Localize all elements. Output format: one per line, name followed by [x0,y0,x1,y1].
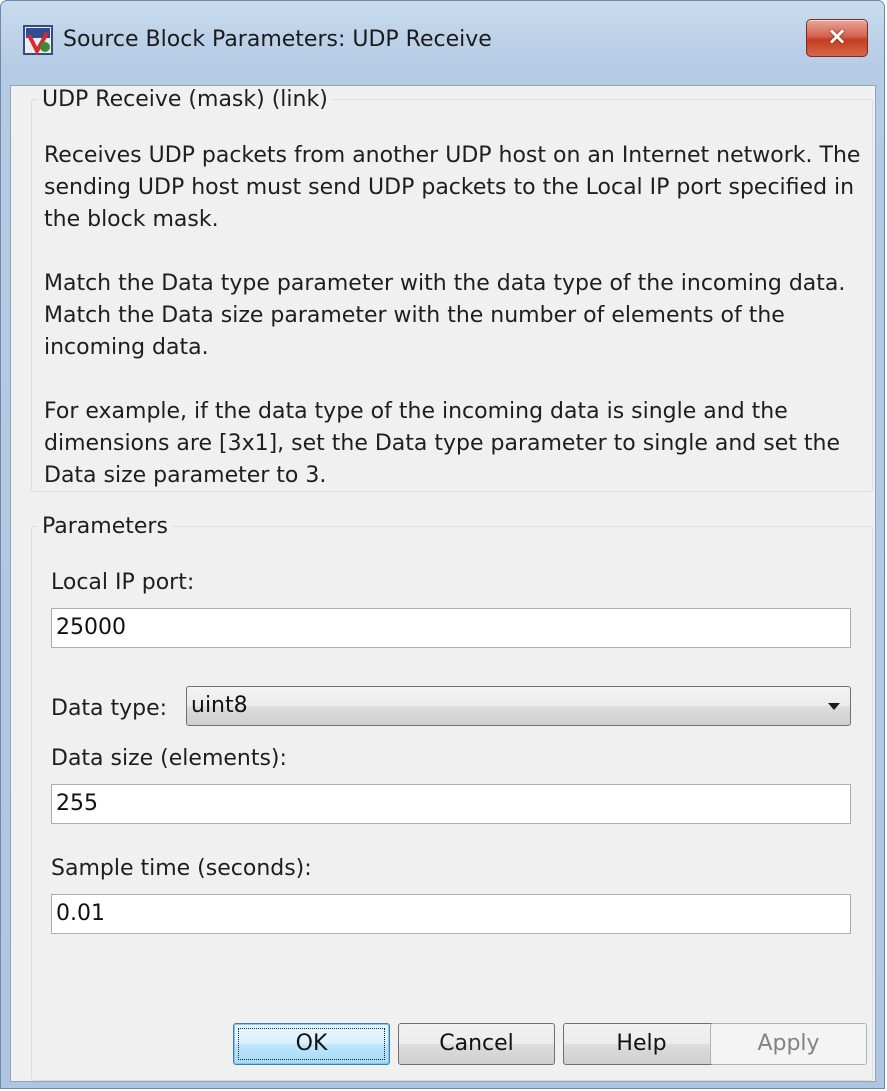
cancel-button[interactable]: Cancel [398,1023,555,1065]
local-ip-port-input[interactable]: 25000 [51,608,851,648]
dialog-client-area: UDP Receive (mask) (link) Receives UDP p… [10,85,876,1082]
focus-rectangle [238,1028,385,1060]
sample-time-label: Sample time (seconds): [51,856,312,881]
data-type-label: Data type: [51,696,168,721]
help-button-label: Help [616,1031,667,1056]
description-group: UDP Receive (mask) (link) Receives UDP p… [31,87,873,492]
cancel-button-label: Cancel [439,1031,514,1056]
data-size-input[interactable]: 255 [51,784,851,824]
help-button[interactable]: Help [563,1023,720,1065]
data-type-dropdown[interactable]: uint8 [186,686,851,726]
description-legend: UDP Receive (mask) (link) [42,87,328,112]
description-paragraph-3: For example, if the data type of the inc… [44,399,840,488]
description-paragraph-1: Receives UDP packets from another UDP ho… [44,143,861,232]
sample-time-input[interactable]: 0.01 [51,894,851,934]
close-icon: × [826,22,848,50]
simulink-block-icon [23,25,53,55]
chevron-down-icon [828,703,840,710]
apply-button[interactable]: Apply [710,1023,867,1065]
data-type-selected-value: uint8 [191,693,248,718]
dialog-window: Source Block Parameters: UDP Receive × U… [0,0,885,1089]
description-paragraph-2: Match the Data type parameter with the d… [44,271,846,360]
ok-button[interactable]: OK [233,1023,390,1065]
description-text: Receives UDP packets from another UDP ho… [44,140,864,524]
parameters-legend: Parameters [42,514,168,539]
window-title: Source Block Parameters: UDP Receive [63,27,492,52]
local-ip-port-label: Local IP port: [51,570,195,595]
apply-button-label: Apply [757,1031,820,1056]
close-button[interactable]: × [806,19,868,57]
title-bar[interactable]: Source Block Parameters: UDP Receive × [1,1,884,85]
data-size-label: Data size (elements): [51,746,287,771]
